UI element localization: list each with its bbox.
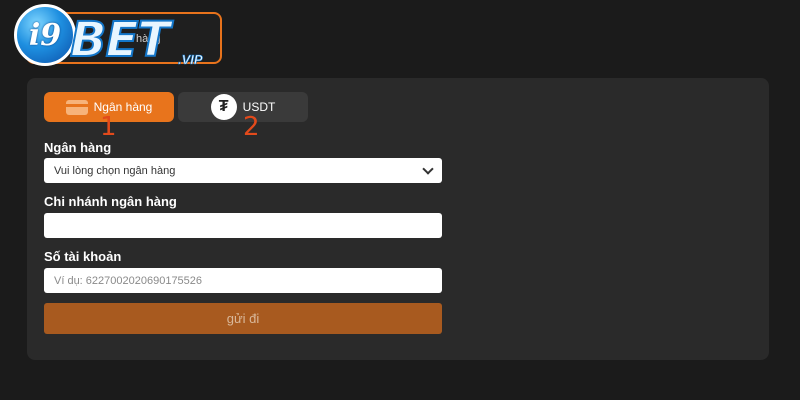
branch-field-label: Chi nhánh ngân hàng xyxy=(44,194,177,209)
logo-wordmark: BET xyxy=(69,11,171,69)
submit-button-label: gửi đi xyxy=(226,311,260,326)
logo-badge: i9 xyxy=(14,4,76,66)
bank-card-icon xyxy=(65,99,88,115)
bank-select-value: Vui lòng chọn ngân hàng xyxy=(54,164,176,177)
tether-icon: ₮ xyxy=(210,94,237,120)
withdraw-panel: Ngân hàng ₮ USDT 1 2 Ngân hàng Vui lòng … xyxy=(27,78,769,360)
bank-field-label: Ngân hàng xyxy=(44,140,112,155)
account-number-input[interactable]: Ví dụ: 6227002020690175526 xyxy=(44,268,442,293)
submit-button[interactable]: gửi đi xyxy=(44,303,442,334)
account-field-label: Số tài khoản xyxy=(44,249,122,264)
logo-suffix: .VIP xyxy=(178,52,203,68)
annotation-marker-1: 1 xyxy=(100,112,117,142)
annotation-marker-2: 2 xyxy=(243,112,260,142)
i9bet-logo[interactable]: i9 BET .VIP xyxy=(14,4,224,76)
chevron-down-icon xyxy=(422,163,434,175)
account-number-placeholder: Ví dụ: 6227002020690175526 xyxy=(54,274,203,287)
branch-input[interactable] xyxy=(44,213,442,238)
bank-select[interactable]: Vui lòng chọn ngân hàng xyxy=(44,158,442,183)
